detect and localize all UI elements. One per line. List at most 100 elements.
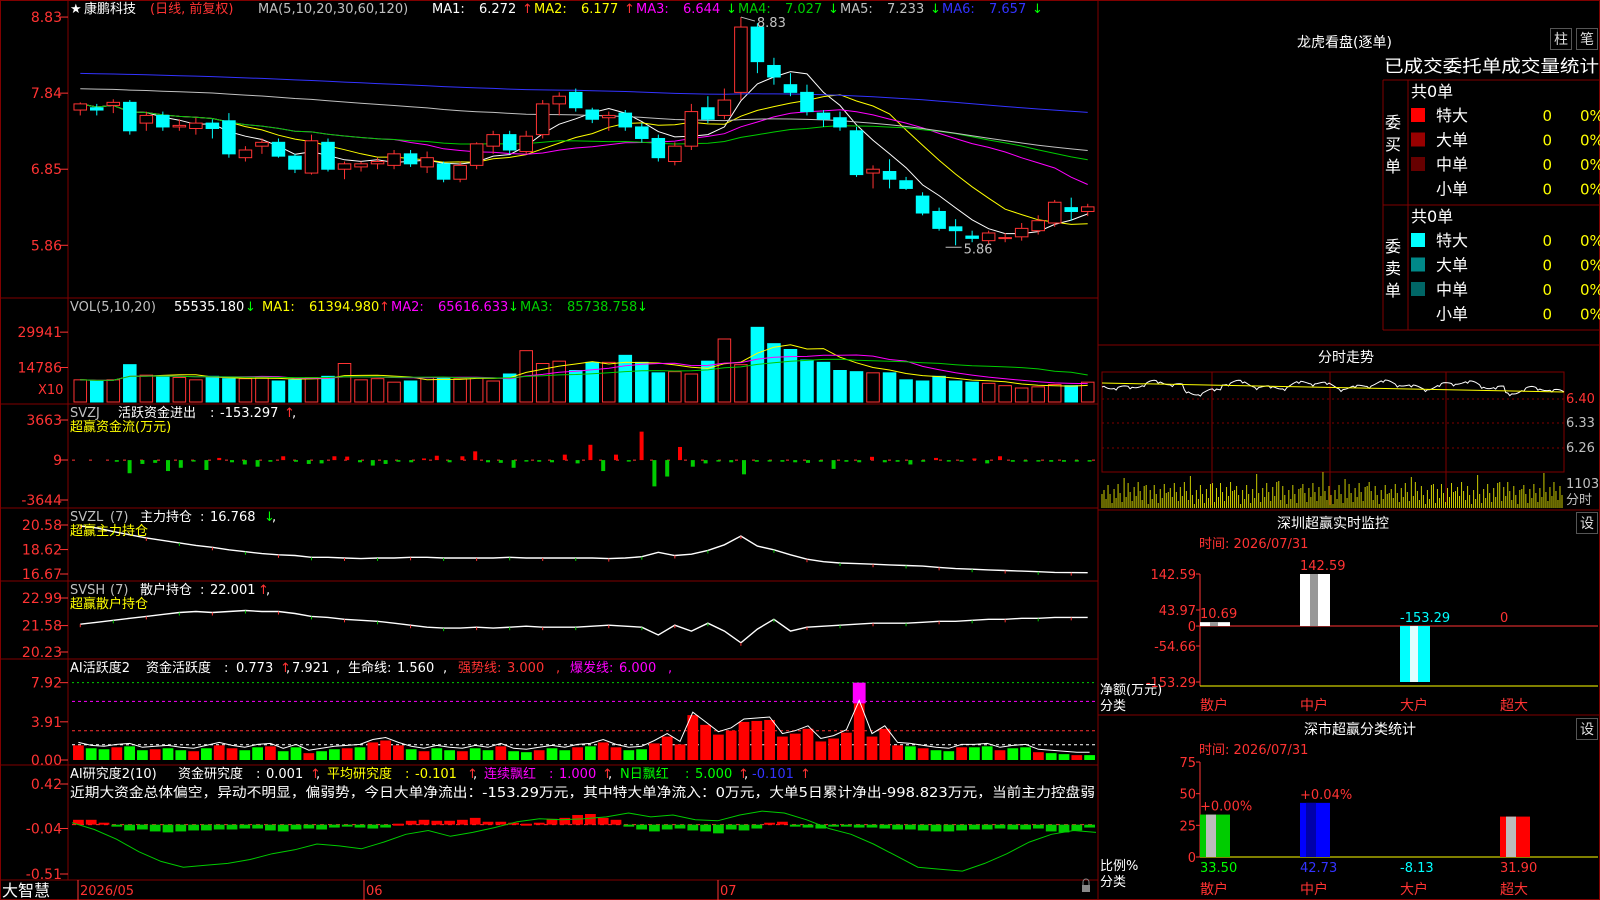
order-color-swatch [1411,257,1425,272]
ai2-bar [841,824,852,827]
ai2-avg: -0.101 [415,767,457,782]
monitor-settings-button[interactable]: 设 [1576,512,1598,534]
ai1-bar [700,724,711,760]
volume-bar [354,379,368,403]
order-row-label: 特大 [1436,231,1468,250]
order-row-value: 0 [1542,181,1552,199]
ai1-bar [546,748,558,760]
ai1-comma: , [286,661,290,676]
ai2-bar [649,824,660,832]
svsh-series-line [80,609,1088,644]
monitor-xlabel: 分类 [1100,699,1126,714]
ai1-bar [265,746,276,760]
ai2-bar [751,824,763,829]
ai1-bar [789,733,801,760]
monitor-time: 时间: 2026/07/31 [1199,537,1308,552]
svzj-bar [306,460,311,464]
svsh-line[interactable]: 22.99 21.58 20.23 [22,591,1088,661]
order-row-value: 0 [1542,156,1552,174]
volume-bar [403,380,418,403]
intraday-price-label: 6.26 [1566,441,1595,456]
intraday-chart[interactable]: 6.40 6.33 6.26 1103分时 [1101,371,1599,508]
order-row-label: 特大 [1436,106,1468,125]
ai2-bar [213,824,225,830]
svzj-bar [370,460,375,466]
order-color-swatch [1411,108,1425,122]
ai2-comma-2: , [473,767,477,782]
candle-body [965,235,979,239]
order-row-pct: 0% [1580,306,1600,324]
svzl-param: (7) [110,510,128,525]
volume-dir-icon: ↓ [245,300,256,315]
volume-bars[interactable]: 29941 14786 [17,325,1095,403]
ai1-bar [482,750,494,760]
svsh-param: (7) [110,583,128,598]
volume-bar [800,359,814,403]
ai1-bar [329,749,340,760]
ai2-bar [1045,824,1057,832]
intraday-price-label: 6.40 [1566,392,1595,407]
ai1-burst-label: 爆发线 [570,660,609,676]
monitor-bar-chart[interactable]: 142.5943.970-54.66-153.2910.69散户142.59中户… [1146,559,1598,714]
ai2-bar [533,822,545,825]
svzj-bars[interactable]: 3663 9 -3644 [21,413,1096,509]
svzj-bar [806,460,810,463]
candle-body [635,126,649,139]
svzj-bar [652,460,657,487]
volume-ma-dir-icon: ↓ [637,300,648,315]
ai2-nday-label: N日飘红 [620,766,669,782]
ai1-bar [828,738,839,760]
svsh-axis-label: 21.58 [22,619,62,635]
svzj-subtitle: 超赢资金流(万元) [70,419,171,435]
svzj-bar [1036,460,1041,462]
price-axis: 8.83 7.84 6.85 5.86 [31,10,68,254]
svsh-colon: : [200,583,204,598]
ai2-bar [828,824,839,827]
ai1-bar [444,750,455,760]
svzj-label: 活跃资金进出 [118,405,196,421]
svzj-bar [959,460,964,462]
order-row-label: 中单 [1436,280,1468,299]
svzj-bar [588,444,593,461]
ai2-bar [457,819,468,825]
ai1-colon-3: : [497,661,501,676]
date-label-1: 2026/05 [80,884,134,899]
monitor-tick-label: -54.66 [1154,640,1196,655]
tick-view-button[interactable]: 笔 [1576,28,1598,50]
ai2-bar [917,824,929,831]
stats-category-label: 大户 [1400,881,1428,898]
ma-legend-items: MA1: 6.272 ↑ MA2: 6.177 ↑ MA3: 6.644 ↓ MA4: 7.… [432,2,1043,17]
intraday-price-line [1101,379,1565,397]
stock-analysis-canvas[interactable]: 8.83 7.84 6.85 5.86 8.83 5.86 29941 14786 366… [0,0,1600,900]
ma-legend-value: 7.657 [989,2,1026,17]
svzj-bar [294,460,298,462]
price-tick-label: 5.86 [31,238,62,254]
ai2-bar [700,824,711,832]
svzj-bar [921,460,926,462]
volume-bar [1014,387,1029,403]
price-tick-label: 7.84 [31,86,62,102]
volume-bar [189,379,203,403]
svzl-line[interactable]: 20.58 18.62 16.67 [22,518,1088,583]
ma-line-ma2 [80,94,1088,225]
candle-body [800,91,814,113]
stats-bar-chart[interactable]: 75 50 25 0 +0.00% 33.50 散户 +0.04% 42.73 中户 -8.13 大户… [1179,756,1598,898]
bar-view-button[interactable]: 柱 [1550,28,1572,50]
ma-legend-dir-icon: ↓ [828,2,839,17]
volume-bar [156,375,170,403]
ai1-colon-4: : [609,661,613,676]
ai-activity-bars[interactable]: 7.92 3.91 0.00 [31,676,1096,769]
ma-legend-value: 7.027 [785,2,822,17]
ai1-bar [226,748,238,760]
ai1-bar [725,730,737,760]
candle-body [899,180,913,189]
stats-settings-button[interactable]: 设 [1576,718,1598,740]
ai2-bar [290,824,302,830]
candle-body [420,157,434,168]
candle-body [453,164,467,180]
ai1-bar [623,750,635,760]
ai1-bar [751,720,763,760]
order-row-pct: 0% [1580,156,1600,174]
ai2-bar [764,822,775,825]
intraday-volume-unit: 分时 [1566,493,1592,508]
